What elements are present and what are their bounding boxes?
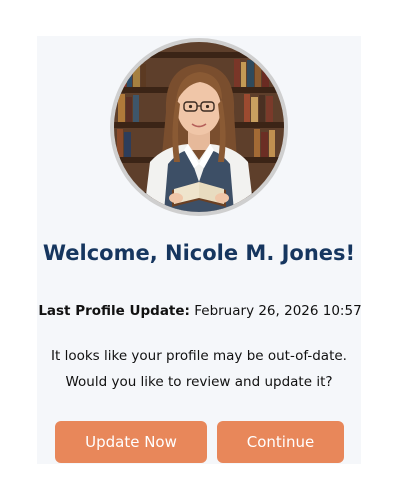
outdated-message: It looks like your profile may be out-of… xyxy=(17,343,381,395)
continue-button[interactable]: Continue xyxy=(217,421,344,463)
message-line-1: It looks like your profile may be out-of… xyxy=(51,348,347,364)
welcome-title: Welcome, Nicole M. Jones! xyxy=(42,241,356,265)
last-update-label: Last Profile Update: xyxy=(38,303,190,319)
last-update-line: Last Profile Update: February 26, 2026 1… xyxy=(0,303,400,319)
update-now-button[interactable]: Update Now xyxy=(55,421,207,463)
message-line-2: Would you like to review and update it? xyxy=(65,374,333,390)
profile-update-card: Welcome, Nicole M. Jones! Last Profile U… xyxy=(37,36,362,464)
avatar xyxy=(114,42,284,212)
last-update-value: February 26, 2026 10:57 xyxy=(194,303,362,319)
avatar-frame xyxy=(110,38,288,216)
